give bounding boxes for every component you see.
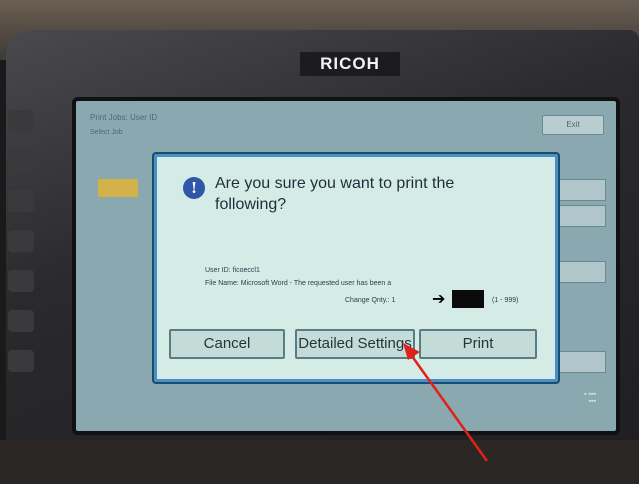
annotation-arrow-icon xyxy=(403,343,489,462)
arrow-head xyxy=(403,343,420,360)
arrow-shaft xyxy=(407,351,489,462)
